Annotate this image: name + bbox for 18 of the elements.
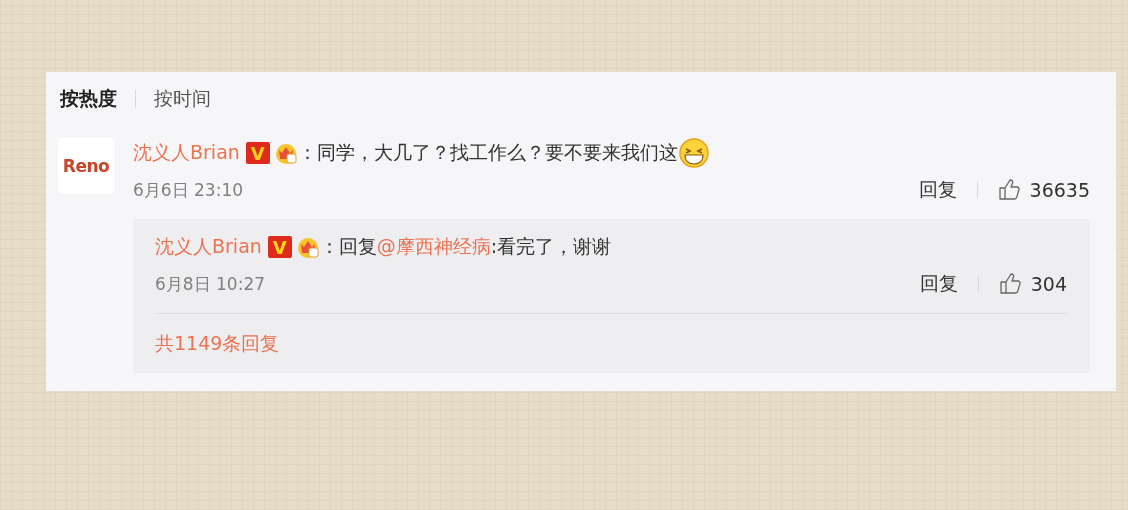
reply-text: ：回复@摩西神经病:看完了，谢谢 xyxy=(319,234,612,259)
reply-time: 6月8日 10:27 xyxy=(155,272,266,296)
like-button[interactable]: 36635 xyxy=(997,178,1090,202)
verified-badge: V xyxy=(245,142,270,164)
sort-tab[interactable]: 按热度 xyxy=(58,86,119,112)
reply-button[interactable]: 回复 xyxy=(919,271,958,297)
comment-text: ：同学，大几了？找工作么？要不要来我们这 xyxy=(297,140,678,165)
crown-badge-icon xyxy=(273,141,298,165)
comment-time: 6月6日 23:10 xyxy=(133,178,244,202)
thumbs-up-icon xyxy=(997,178,1022,202)
sort-tab[interactable]: 按时间 xyxy=(152,86,213,112)
reply-button[interactable]: 回复 xyxy=(918,177,957,203)
crown-badge-icon xyxy=(295,235,320,259)
thumbs-up-icon xyxy=(998,272,1023,296)
grinning-emoji-icon xyxy=(677,137,710,169)
verified-badge: V xyxy=(267,236,292,258)
avatar[interactable]: Reno xyxy=(58,138,114,194)
like-button[interactable]: 304 xyxy=(998,272,1067,296)
